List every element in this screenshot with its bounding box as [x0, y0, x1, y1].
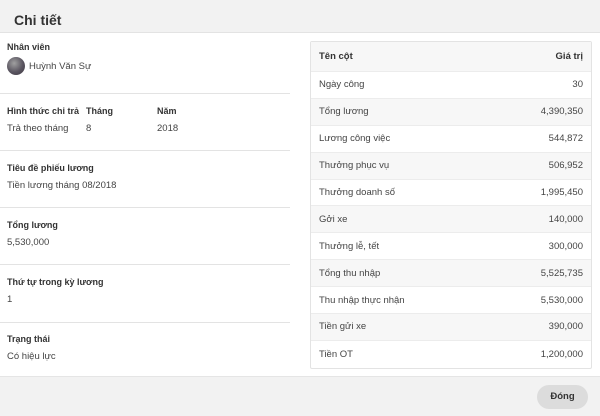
table-row: Tiền gửi xe 390,000 — [311, 314, 591, 341]
row-name: Thưởng lễ, tết — [319, 240, 380, 252]
row-name: Thưởng phục vụ — [319, 160, 390, 172]
table-row: Lương công việc 544,872 — [311, 126, 591, 153]
row-name: Thu nhập thực nhận — [319, 294, 405, 306]
month-field: Tháng 8 — [86, 106, 113, 135]
table-row: Gởi xe 140,000 — [311, 206, 591, 234]
month-label: Tháng — [86, 106, 113, 116]
payslip-title-field: Tiêu đề phiếu lương Tiền lương tháng 08/… — [7, 163, 290, 192]
order-value: 1 — [7, 294, 13, 305]
divider — [0, 264, 290, 265]
employee-name: Huỳnh Văn Sự — [29, 61, 92, 72]
row-name: Tổng lương — [319, 106, 369, 118]
order-label: Thứ tự trong kỳ lương — [7, 277, 104, 287]
row-value: 5,525,735 — [540, 267, 583, 279]
total-salary-field: Tổng lương 5,530,000 — [7, 220, 290, 249]
year-value: 2018 — [157, 123, 179, 134]
payslip-title-label: Tiêu đề phiếu lương — [7, 163, 94, 173]
table-row: Thưởng lễ, tết 300,000 — [311, 233, 591, 261]
salary-detail-table: Tên cột Giá trị Ngày công 30 Tổng lương … — [310, 41, 592, 369]
row-value: 5,530,000 — [540, 294, 583, 306]
row-name: Tiền OT — [319, 348, 353, 360]
table-row: Thưởng phục vụ 506,952 — [311, 152, 591, 180]
row-value: 140,000 — [548, 213, 583, 225]
payment-method-field: Hình thức chi trả Trả theo tháng — [7, 106, 79, 135]
total-salary-label: Tổng lương — [7, 220, 58, 230]
row-value: 1,995,450 — [540, 187, 583, 198]
divider — [0, 322, 290, 323]
total-salary-value: 5,530,000 — [7, 237, 50, 248]
table-header: Tên cột Giá trị — [311, 42, 591, 72]
divider — [0, 207, 290, 208]
status-value: Có hiệu lực — [7, 351, 56, 362]
row-name: Thưởng doanh số — [319, 187, 395, 198]
dialog-footer: Đóng — [0, 376, 600, 416]
row-name: Gởi xe — [319, 213, 348, 225]
payment-method-label: Hình thức chi trả — [7, 106, 80, 116]
month-value: 8 — [86, 123, 92, 134]
row-value: 1,200,000 — [540, 348, 583, 360]
row-value: 300,000 — [548, 240, 583, 252]
order-field: Thứ tự trong kỳ lương 1 — [7, 277, 290, 306]
row-value: 390,000 — [548, 321, 583, 333]
divider — [0, 150, 290, 151]
employee-label: Nhân viên — [7, 42, 51, 52]
column-header-name: Tên cột — [319, 51, 353, 62]
table-row: Thu nhập thực nhận 5,530,000 — [311, 287, 591, 315]
row-value: 544,872 — [548, 133, 583, 145]
table-row: Tổng thu nhập 5,525,735 — [311, 260, 591, 288]
row-value: 30 — [572, 79, 583, 91]
dialog-header: Chi tiết — [0, 0, 600, 33]
row-value: 4,390,350 — [540, 106, 583, 118]
payslip-title-value: Tiền lương tháng 08/2018 — [7, 180, 117, 191]
status-field: Trạng thái Có hiệu lực — [7, 334, 290, 363]
table-row: Thưởng doanh số 1,995,450 — [311, 180, 591, 207]
employee-field: Nhân viên — [7, 42, 290, 53]
row-value: 506,952 — [548, 160, 583, 172]
payment-method-value: Trả theo tháng — [7, 123, 69, 134]
row-name: Tiền gửi xe — [319, 321, 367, 333]
row-name: Tổng thu nhập — [319, 267, 381, 279]
table-row: Tiền OT 1,200,000 — [311, 341, 591, 368]
status-label: Trạng thái — [7, 334, 51, 344]
divider — [0, 93, 290, 94]
avatar — [7, 57, 25, 75]
column-header-value: Giá trị — [555, 51, 583, 62]
row-name: Lương công việc — [319, 133, 391, 145]
year-field: Năm 2018 — [157, 106, 178, 135]
year-label: Năm — [157, 106, 177, 116]
close-button[interactable]: Đóng — [537, 385, 588, 409]
table-row: Ngày công 30 — [311, 72, 591, 99]
table-row: Tổng lương 4,390,350 — [311, 98, 591, 126]
dialog-title: Chi tiết — [14, 12, 62, 28]
row-name: Ngày công — [319, 79, 365, 91]
